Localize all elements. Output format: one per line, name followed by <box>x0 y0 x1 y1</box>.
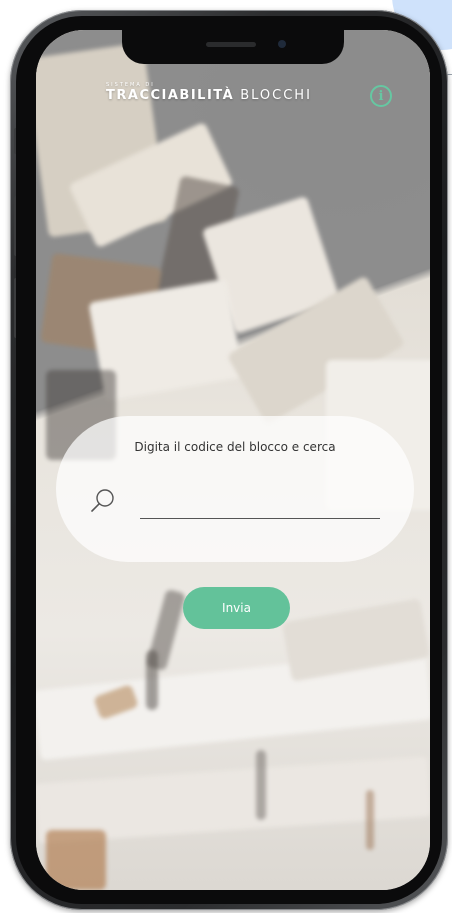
front-camera <box>278 40 286 48</box>
search-hint: Digita il codice del blocco e cerca <box>134 440 336 454</box>
mockup-stage: SISTEMA DI TRACCIABILITÀ BLOCCHI i Digit… <box>0 0 452 913</box>
phone-notch <box>122 30 344 64</box>
info-button[interactable]: i <box>370 85 392 107</box>
info-icon: i <box>378 88 384 104</box>
brand-title-strong: TRACCIABILITÀ <box>106 88 235 103</box>
speaker-grille <box>206 42 256 47</box>
brand-title: TRACCIABILITÀ BLOCCHI <box>106 88 312 103</box>
submit-button[interactable]: Invia <box>183 587 290 629</box>
brand-title-light: BLOCCHI <box>240 88 312 103</box>
rock-shape <box>146 650 158 710</box>
app-screen: SISTEMA DI TRACCIABILITÀ BLOCCHI i Digit… <box>36 30 430 890</box>
search-icon <box>91 489 114 512</box>
search-card: Digita il codice del blocco e cerca <box>56 416 414 562</box>
brand-logo: SISTEMA DI TRACCIABILITÀ BLOCCHI <box>106 82 312 103</box>
block-code-input[interactable] <box>140 494 380 519</box>
rock-shape <box>256 750 266 820</box>
rock-shape <box>46 830 106 890</box>
search-row <box>90 486 380 522</box>
rock-shape <box>366 790 374 850</box>
